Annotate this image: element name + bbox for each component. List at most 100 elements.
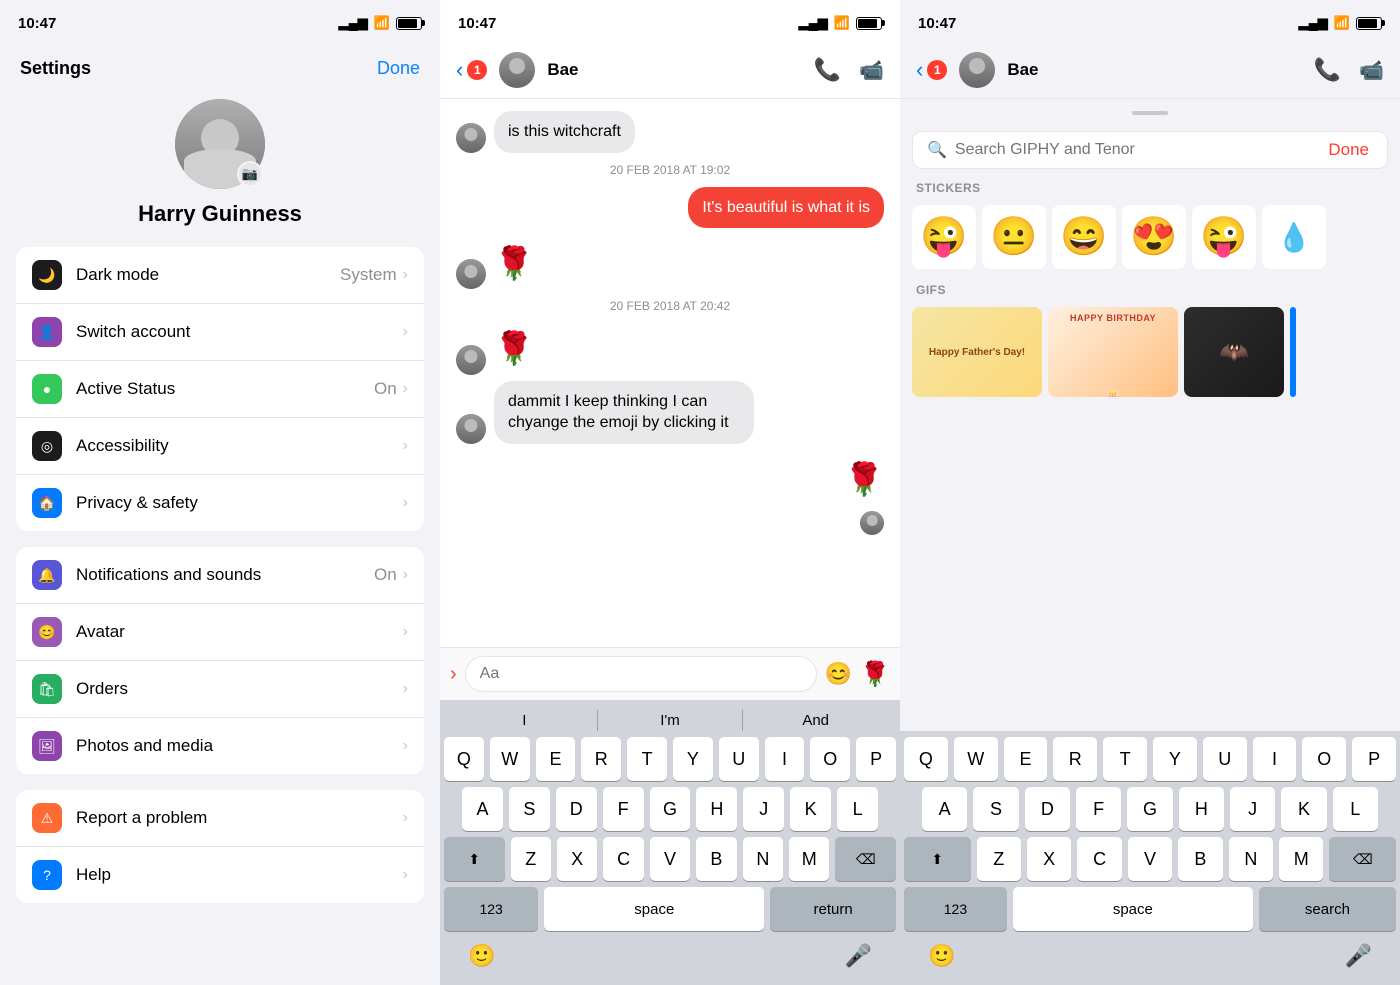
key-a[interactable]: A [462, 787, 503, 831]
key-p[interactable]: P [856, 737, 896, 781]
giphy-key-e[interactable]: E [1004, 737, 1048, 781]
giphy-key-l[interactable]: L [1333, 787, 1378, 831]
giphy-key-r[interactable]: R [1053, 737, 1097, 781]
key-space[interactable]: space [544, 887, 764, 931]
sticker-3[interactable]: 😄 [1052, 205, 1116, 269]
key-d[interactable]: D [556, 787, 597, 831]
settings-item-avatar[interactable]: 😊 Avatar › [16, 604, 424, 661]
giphy-phone-icon[interactable]: 📞 [1314, 57, 1341, 83]
key-m[interactable]: M [789, 837, 829, 881]
key-s[interactable]: S [509, 787, 550, 831]
key-c[interactable]: C [603, 837, 643, 881]
giphy-video-icon[interactable]: 📹 [1359, 58, 1384, 83]
key-return[interactable]: return [770, 887, 896, 931]
autocomplete-word-1[interactable]: I [452, 710, 598, 731]
gif-thumb-1[interactable]: Happy Father's Day! [912, 307, 1042, 397]
camera-badge[interactable]: 📷 [237, 161, 263, 187]
giphy-key-p[interactable]: P [1352, 737, 1396, 781]
giphy-done-button[interactable]: Done [1328, 140, 1369, 160]
mic-icon[interactable]: 🎤 [845, 943, 872, 969]
key-f[interactable]: F [603, 787, 644, 831]
giphy-key-t[interactable]: T [1103, 737, 1147, 781]
key-h[interactable]: H [696, 787, 737, 831]
giphy-search-input[interactable] [955, 141, 1320, 159]
key-n[interactable]: N [743, 837, 783, 881]
giphy-key-backspace[interactable]: ⌫ [1329, 837, 1396, 881]
giphy-key-y[interactable]: Y [1153, 737, 1197, 781]
giphy-key-w[interactable]: W [954, 737, 998, 781]
emoji-picker-button[interactable]: 😊 [825, 661, 852, 687]
back-button[interactable]: ‹ [456, 57, 463, 83]
gif-thumb-3[interactable]: 🦇 [1184, 307, 1284, 397]
key-q[interactable]: Q [444, 737, 484, 781]
key-g[interactable]: G [650, 787, 691, 831]
video-icon[interactable]: 📹 [859, 58, 884, 83]
key-w[interactable]: W [490, 737, 530, 781]
giphy-key-z[interactable]: Z [977, 837, 1021, 881]
key-l[interactable]: L [837, 787, 878, 831]
giphy-key-s[interactable]: S [973, 787, 1018, 831]
giphy-key-q[interactable]: Q [904, 737, 948, 781]
giphy-key-v[interactable]: V [1128, 837, 1172, 881]
rose-button[interactable]: 🌹 [860, 660, 890, 689]
key-z[interactable]: Z [511, 837, 551, 881]
sticker-6[interactable]: 💧 [1262, 205, 1326, 269]
settings-item-help[interactable]: ? Help › [16, 847, 424, 903]
giphy-key-123[interactable]: 123 [904, 887, 1007, 931]
giphy-key-shift[interactable]: ⬆ [904, 837, 971, 881]
key-y[interactable]: Y [673, 737, 713, 781]
settings-item-privacy-safety[interactable]: 🏠 Privacy & safety › [16, 475, 424, 531]
settings-item-accessibility[interactable]: ◎ Accessibility › [16, 418, 424, 475]
phone-icon[interactable]: 📞 [814, 57, 841, 83]
giphy-key-d[interactable]: D [1025, 787, 1070, 831]
giphy-key-space[interactable]: space [1013, 887, 1253, 931]
giphy-key-o[interactable]: O [1302, 737, 1346, 781]
giphy-mic-icon[interactable]: 🎤 [1345, 943, 1372, 969]
giphy-key-search[interactable]: search [1259, 887, 1396, 931]
message-input[interactable] [465, 656, 817, 692]
key-shift[interactable]: ⬆ [444, 837, 505, 881]
sticker-5[interactable]: 😜 [1192, 205, 1256, 269]
giphy-key-x[interactable]: X [1027, 837, 1071, 881]
key-e[interactable]: E [536, 737, 576, 781]
giphy-key-a[interactable]: A [922, 787, 967, 831]
done-button[interactable]: Done [377, 58, 420, 79]
giphy-key-m[interactable]: M [1279, 837, 1323, 881]
gif-thumb-2[interactable]: HAPPY BIRTHDAY 🎂 50 [1048, 307, 1178, 397]
key-r[interactable]: R [581, 737, 621, 781]
key-backspace[interactable]: ⌫ [835, 837, 896, 881]
key-v[interactable]: V [650, 837, 690, 881]
giphy-key-j[interactable]: J [1230, 787, 1275, 831]
settings-item-switch-account[interactable]: 👤 Switch account › [16, 304, 424, 361]
giphy-key-b[interactable]: B [1178, 837, 1222, 881]
expand-button[interactable]: › [450, 663, 457, 686]
key-i[interactable]: I [765, 737, 805, 781]
key-o[interactable]: O [810, 737, 850, 781]
key-123[interactable]: 123 [444, 887, 538, 931]
settings-item-active-status[interactable]: ● Active Status On › [16, 361, 424, 418]
emoji-keyboard-icon[interactable]: 🙂 [468, 943, 495, 969]
key-b[interactable]: B [696, 837, 736, 881]
settings-item-report-problem[interactable]: ⚠ Report a problem › [16, 790, 424, 847]
autocomplete-word-3[interactable]: And [743, 710, 888, 731]
giphy-key-k[interactable]: K [1281, 787, 1326, 831]
settings-item-notifications[interactable]: 🔔 Notifications and sounds On › [16, 547, 424, 604]
giphy-key-i[interactable]: I [1253, 737, 1297, 781]
giphy-back-button[interactable]: ‹ [916, 57, 923, 83]
settings-item-photos-media[interactable]: 🖼 Photos and media › [16, 718, 424, 774]
key-x[interactable]: X [557, 837, 597, 881]
giphy-key-c[interactable]: C [1077, 837, 1121, 881]
sticker-1[interactable]: 😜 [912, 205, 976, 269]
giphy-key-n[interactable]: N [1229, 837, 1273, 881]
giphy-key-f[interactable]: F [1076, 787, 1121, 831]
sticker-2[interactable]: 😐 [982, 205, 1046, 269]
sticker-4[interactable]: 😍 [1122, 205, 1186, 269]
autocomplete-word-2[interactable]: I'm [598, 710, 744, 731]
settings-item-dark-mode[interactable]: 🌙 Dark mode System › [16, 247, 424, 304]
giphy-key-u[interactable]: U [1203, 737, 1247, 781]
key-u[interactable]: U [719, 737, 759, 781]
giphy-key-h[interactable]: H [1179, 787, 1224, 831]
key-j[interactable]: J [743, 787, 784, 831]
avatar-container[interactable]: 📷 [175, 99, 265, 189]
key-k[interactable]: K [790, 787, 831, 831]
